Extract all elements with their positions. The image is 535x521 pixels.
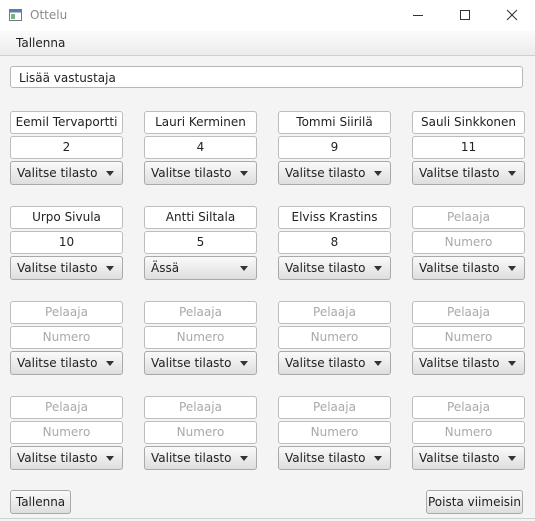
stat-select-label: Valitse tilasto <box>151 356 232 370</box>
stat-select[interactable]: Valitse tilasto <box>144 446 257 470</box>
stat-select-label: Valitse tilasto <box>285 451 366 465</box>
chevron-down-icon <box>374 266 382 271</box>
stat-select[interactable]: Valitse tilasto <box>412 446 525 470</box>
remove-latest-button[interactable]: Poista viimeisin <box>426 490 523 514</box>
stat-select[interactable]: Valitse tilasto <box>278 351 391 375</box>
player-name-field[interactable]: Antti Siltala <box>144 206 257 229</box>
stat-select-label: Valitse tilasto <box>285 166 366 180</box>
player-name-field[interactable]: Lauri Kerminen <box>144 111 257 134</box>
chevron-down-icon <box>374 361 382 366</box>
player-name-field[interactable]: Pelaaja <box>144 301 257 324</box>
player-name-field[interactable]: Eemil Tervaportti <box>10 111 123 134</box>
stat-select[interactable]: Valitse tilasto <box>278 446 391 470</box>
maximize-icon <box>460 10 470 20</box>
stat-select-label: Valitse tilasto <box>17 451 98 465</box>
chevron-down-icon <box>106 266 114 271</box>
stat-select-label: Valitse tilasto <box>17 166 98 180</box>
player-number-field[interactable]: Numero <box>412 231 525 254</box>
player-number-field[interactable]: 9 <box>278 136 391 159</box>
player-name-field[interactable]: Pelaaja <box>412 396 525 419</box>
player-name-field[interactable]: Pelaaja <box>10 396 123 419</box>
stat-select-label: Valitse tilasto <box>285 261 366 275</box>
player-name-field[interactable]: Tommi Siirilä <box>278 111 391 134</box>
player-name-field[interactable]: Pelaaja <box>278 396 391 419</box>
stat-select[interactable]: Valitse tilasto <box>10 256 123 280</box>
title-bar: Ottelu <box>0 0 535 31</box>
stat-select[interactable]: Valitse tilasto <box>10 351 123 375</box>
chevron-down-icon <box>240 171 248 176</box>
save-button[interactable]: Tallenna <box>10 490 71 514</box>
player-name-field[interactable]: Pelaaja <box>412 301 525 324</box>
player-number-field[interactable]: 11 <box>412 136 525 159</box>
player-number-field[interactable]: Numero <box>278 326 391 349</box>
opponent-input[interactable]: Lisää vastustaja <box>10 66 523 88</box>
stat-select-label: Valitse tilasto <box>17 261 98 275</box>
player-name-field[interactable]: Pelaaja <box>10 301 123 324</box>
close-button[interactable] <box>489 0 535 31</box>
stat-select[interactable]: Valitse tilasto <box>10 161 123 185</box>
chevron-down-icon <box>508 266 516 271</box>
chevron-down-icon <box>508 361 516 366</box>
stat-select[interactable]: Valitse tilasto <box>144 351 257 375</box>
player-number-field[interactable]: 2 <box>10 136 123 159</box>
chevron-down-icon <box>374 171 382 176</box>
app-window-icon <box>9 9 22 21</box>
stat-select-label: Valitse tilasto <box>419 166 500 180</box>
stat-select-label: Valitse tilasto <box>419 261 500 275</box>
player-number-field[interactable]: Numero <box>278 421 391 444</box>
stat-select[interactable]: Valitse tilasto <box>412 256 525 280</box>
stat-select[interactable]: Valitse tilasto <box>278 256 391 280</box>
player-number-field[interactable]: Numero <box>412 421 525 444</box>
player-name-field[interactable]: Pelaaja <box>278 301 391 324</box>
stat-select-label: Valitse tilasto <box>17 356 98 370</box>
chevron-down-icon <box>508 171 516 176</box>
opponent-input-value: Lisää vastustaja <box>19 71 116 85</box>
chevron-down-icon <box>374 456 382 461</box>
stat-select[interactable]: Valitse tilasto <box>412 351 525 375</box>
bottom-divider <box>0 518 535 519</box>
chevron-down-icon <box>240 456 248 461</box>
player-number-field[interactable]: 5 <box>144 231 257 254</box>
player-number-field[interactable]: Numero <box>10 326 123 349</box>
menu-bar: Tallenna <box>0 31 535 56</box>
stat-select-label: Valitse tilasto <box>151 166 232 180</box>
chevron-down-icon <box>106 361 114 366</box>
close-icon <box>506 9 518 21</box>
player-number-field[interactable]: Numero <box>144 326 257 349</box>
player-number-field[interactable]: 8 <box>278 231 391 254</box>
player-number-field[interactable]: Numero <box>412 326 525 349</box>
stat-select[interactable]: Ässä <box>144 256 257 280</box>
maximize-button[interactable] <box>442 0 488 31</box>
menu-save[interactable]: Tallenna <box>16 36 65 50</box>
chevron-down-icon <box>240 266 248 271</box>
minimize-button[interactable] <box>395 0 441 31</box>
stat-select-label: Valitse tilasto <box>419 356 500 370</box>
player-number-field[interactable]: Numero <box>10 421 123 444</box>
player-name-field[interactable]: Sauli Sinkkonen <box>412 111 525 134</box>
minimize-icon <box>413 15 423 16</box>
stat-select[interactable]: Valitse tilasto <box>412 161 525 185</box>
player-name-field[interactable]: Urpo Sivula <box>10 206 123 229</box>
stat-select-label: Ässä <box>151 261 180 275</box>
stat-select-label: Valitse tilasto <box>151 451 232 465</box>
stat-select-label: Valitse tilasto <box>285 356 366 370</box>
stat-select[interactable]: Valitse tilasto <box>10 446 123 470</box>
stat-select[interactable]: Valitse tilasto <box>278 161 391 185</box>
player-number-field[interactable]: Numero <box>144 421 257 444</box>
stat-select[interactable]: Valitse tilasto <box>144 161 257 185</box>
player-number-field[interactable]: 4 <box>144 136 257 159</box>
player-name-field[interactable]: Pelaaja <box>412 206 525 229</box>
chevron-down-icon <box>106 456 114 461</box>
chevron-down-icon <box>240 361 248 366</box>
player-name-field[interactable]: Elviss Krastins <box>278 206 391 229</box>
window-title: Ottelu <box>30 8 68 22</box>
player-number-field[interactable]: 10 <box>10 231 123 254</box>
stat-select-label: Valitse tilasto <box>419 451 500 465</box>
chevron-down-icon <box>106 171 114 176</box>
chevron-down-icon <box>508 456 516 461</box>
player-name-field[interactable]: Pelaaja <box>144 396 257 419</box>
